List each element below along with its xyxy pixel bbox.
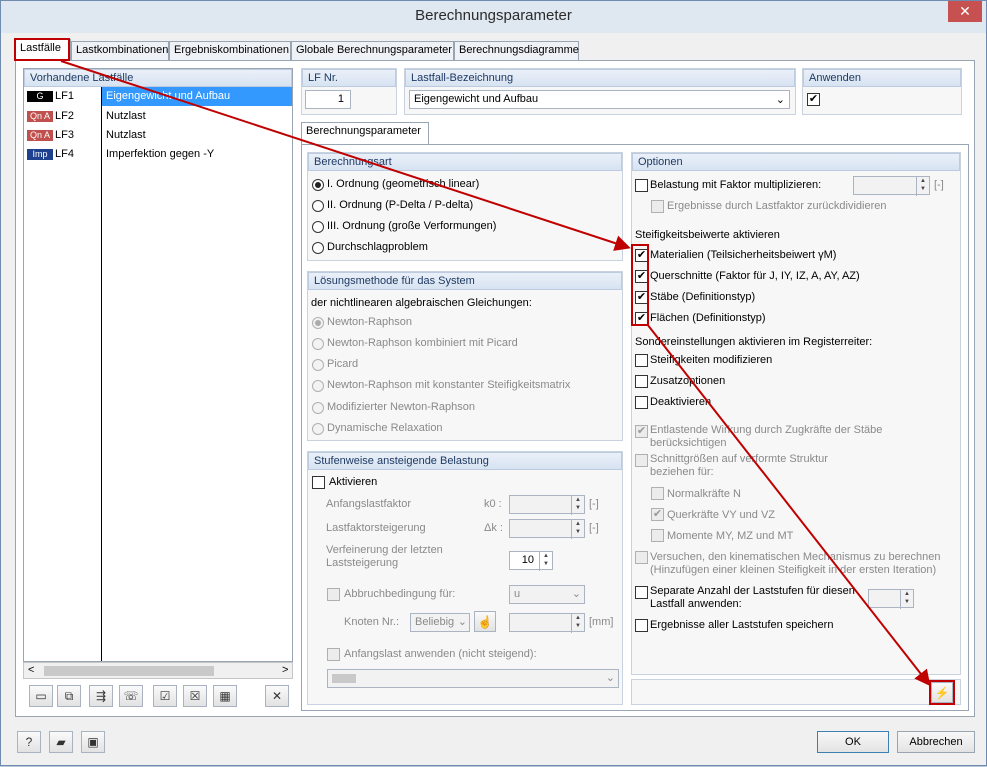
annotation-arrows [60, 60, 931, 687]
annotation-arrow [60, 60, 631, 251]
dialog-window: Berechnungsparameter ✕ Lastfälle Lastkom… [0, 0, 987, 766]
annotation-arrow [646, 323, 931, 687]
